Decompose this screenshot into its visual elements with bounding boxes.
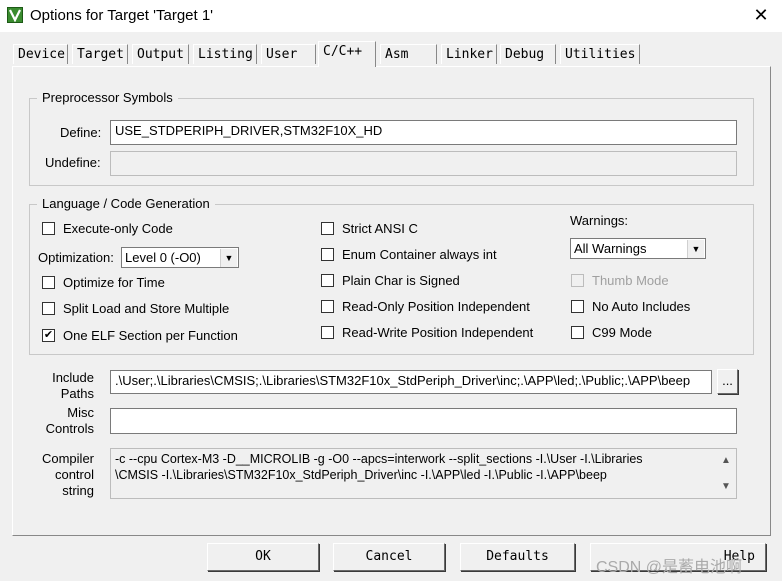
misc-controls-label: Misc Controls — [30, 405, 94, 437]
compiler-line-1: -c --cpu Cortex-M3 -D__MICROLIB -g -O0 -… — [115, 452, 643, 466]
c99-mode-checkbox[interactable] — [571, 326, 584, 339]
ok-button[interactable]: OK — [207, 543, 319, 571]
c99-mode-label: C99 Mode — [592, 325, 652, 340]
rw-position-label: Read-Write Position Independent — [342, 325, 534, 340]
chevron-down-icon[interactable]: ▼ — [220, 249, 237, 267]
close-icon[interactable]: ✕ — [748, 2, 774, 28]
tab-listing[interactable]: Listing — [193, 44, 257, 64]
compiler-label-line3: string — [62, 483, 94, 498]
include-label-line1: Include — [52, 370, 94, 385]
compiler-line-2: \CMSIS -I.\Libraries\STM32F10x_StdPeriph… — [115, 468, 607, 482]
plain-char-checkbox[interactable] — [321, 274, 334, 287]
tab-target[interactable]: Target — [72, 44, 128, 64]
rw-position-checkbox[interactable] — [321, 326, 334, 339]
plain-char-label: Plain Char is Signed — [342, 273, 460, 288]
cancel-button[interactable]: Cancel — [333, 543, 445, 571]
thumb-mode-label: Thumb Mode — [592, 273, 669, 288]
optimize-time-checkbox[interactable] — [42, 276, 55, 289]
optimization-value: Level 0 (-O0) — [125, 250, 201, 265]
ro-position-label: Read-Only Position Independent — [342, 299, 530, 314]
misc-label-line1: Misc — [67, 405, 94, 420]
tab-c-cpp[interactable]: C/C++ — [318, 41, 376, 67]
compiler-control-label: Compiler control string — [30, 451, 94, 499]
ro-position-checkbox[interactable] — [321, 300, 334, 313]
define-input[interactable]: USE_STDPERIPH_DRIVER,STM32F10X_HD — [110, 120, 737, 145]
undefine-input[interactable] — [110, 151, 737, 176]
codegen-group-label: Language / Code Generation — [37, 196, 215, 211]
split-load-checkbox[interactable] — [42, 302, 55, 315]
one-elf-checkbox[interactable]: ✔ — [42, 329, 55, 342]
warnings-label: Warnings: — [570, 213, 629, 228]
strict-ansi-checkbox[interactable] — [321, 222, 334, 235]
warnings-select[interactable]: All Warnings ▼ — [570, 238, 706, 259]
compiler-label-line1: Compiler — [41, 451, 94, 466]
include-label-line2: Paths — [60, 386, 94, 401]
one-elf-label: One ELF Section per Function — [63, 328, 238, 343]
execute-only-label: Execute-only Code — [63, 221, 173, 236]
misc-label-line2: Controls — [45, 421, 94, 436]
compiler-scrollbar[interactable]: ▲ ▼ — [718, 451, 734, 497]
tab-output[interactable]: Output — [132, 44, 189, 64]
enum-container-label: Enum Container always int — [342, 247, 497, 262]
no-auto-includes-checkbox[interactable] — [571, 300, 584, 313]
preprocessor-group-label: Preprocessor Symbols — [37, 90, 178, 105]
enum-container-checkbox[interactable] — [321, 248, 334, 261]
execute-only-checkbox[interactable] — [42, 222, 55, 235]
tab-debug[interactable]: Debug — [500, 44, 556, 64]
compiler-control-text: -c --cpu Cortex-M3 -D__MICROLIB -g -O0 -… — [110, 448, 737, 499]
app-icon — [7, 7, 23, 23]
defaults-button[interactable]: Defaults — [460, 543, 575, 571]
window-title: Options for Target 'Target 1' — [30, 7, 214, 24]
include-paths-label: Include Paths — [30, 370, 94, 402]
tab-device[interactable]: Device — [13, 44, 68, 64]
tab-asm[interactable]: Asm — [380, 44, 437, 64]
misc-controls-input[interactable] — [110, 408, 737, 434]
include-browse-button[interactable]: ... — [717, 369, 738, 394]
watermark: CSDN @是蓄电池啊 — [596, 559, 743, 576]
tab-utilities[interactable]: Utilities — [560, 44, 640, 64]
compiler-label-line2: control — [54, 467, 94, 482]
warnings-value: All Warnings — [574, 241, 647, 256]
optimization-select[interactable]: Level 0 (-O0) ▼ — [121, 247, 239, 268]
define-label: Define: — [60, 125, 102, 140]
strict-ansi-label: Strict ANSI C — [342, 221, 418, 236]
thumb-mode-checkbox[interactable] — [571, 274, 584, 287]
scroll-up-icon[interactable]: ▲ — [718, 451, 734, 474]
optimize-time-label: Optimize for Time — [63, 275, 165, 290]
optimization-label: Optimization: — [38, 250, 114, 265]
tab-user[interactable]: User — [261, 44, 316, 64]
split-load-label: Split Load and Store Multiple — [63, 301, 230, 316]
tab-linker[interactable]: Linker — [441, 44, 497, 64]
undefine-label: Undefine: — [45, 155, 101, 170]
no-auto-includes-label: No Auto Includes — [592, 299, 691, 314]
scroll-down-icon[interactable]: ▼ — [718, 474, 734, 497]
chevron-down-icon[interactable]: ▼ — [687, 240, 704, 258]
include-paths-input[interactable]: .\User;.\Libraries\CMSIS;.\Libraries\STM… — [110, 370, 712, 394]
